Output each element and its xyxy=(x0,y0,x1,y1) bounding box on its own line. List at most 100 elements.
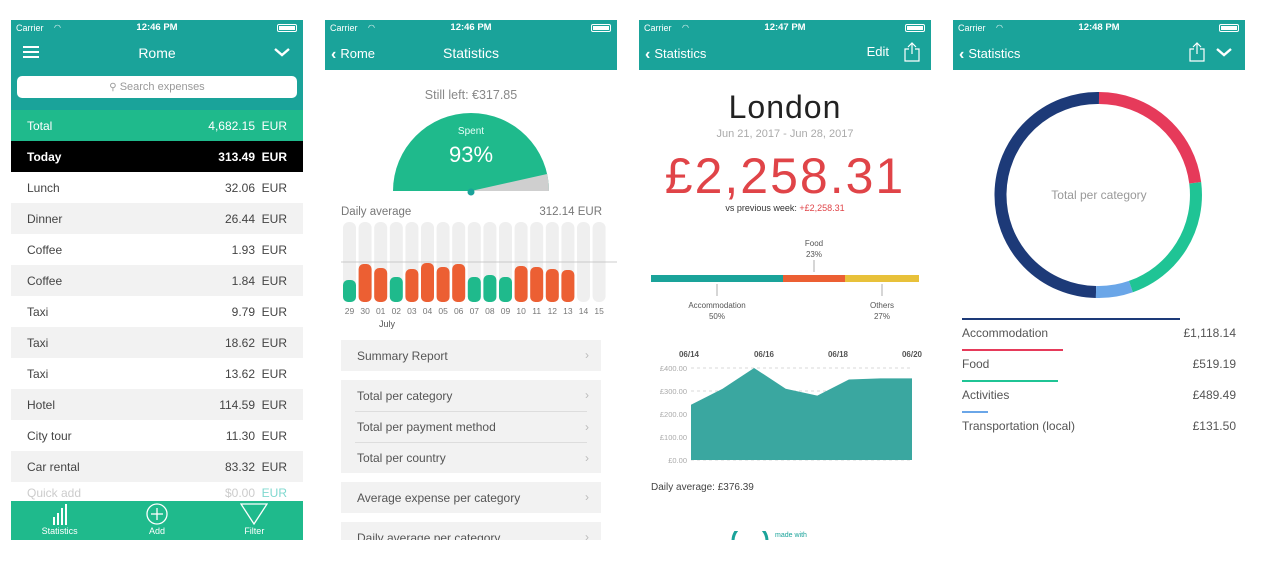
category-row[interactable]: Transportation (local) £131.50 xyxy=(962,411,1236,442)
day-bar[interactable] xyxy=(343,280,356,302)
expense-currency: EUR xyxy=(261,428,287,443)
date-range: Jun 21, 2017 - Jun 28, 2017 xyxy=(716,128,854,140)
y-tick-label: £0.00 xyxy=(668,456,687,465)
city-title: London xyxy=(728,89,842,125)
category-row[interactable]: Food £519.19 xyxy=(962,349,1236,380)
expense-row[interactable]: Taxi 9.79 EUR xyxy=(11,296,303,327)
others-label: Others xyxy=(870,301,894,310)
tab-filter[interactable]: Filter xyxy=(206,501,303,540)
day-bar[interactable] xyxy=(514,266,528,302)
day-bar[interactable] xyxy=(452,264,466,302)
food-pct: 23% xyxy=(806,250,822,259)
expense-row[interactable]: Taxi 18.62 EUR xyxy=(11,327,303,358)
expense-value: 32.06 xyxy=(224,180,255,195)
total-per-payment-label: Total per payment method xyxy=(357,420,496,434)
total-row[interactable]: Total 4,682.15 EUR xyxy=(11,110,303,141)
day-bar[interactable] xyxy=(389,277,403,302)
accommodation-label: Accommodation xyxy=(688,301,745,310)
daily-bar-chart: 29 30 01 02 03 04 05 06 07 08 09 10 11 12 13 14 15 July xyxy=(341,222,617,329)
expense-row[interactable]: Coffee 1.84 EUR xyxy=(11,265,303,296)
day-label: 10 xyxy=(516,306,526,316)
y-tick-label: £300.00 xyxy=(660,387,687,396)
donut-slice[interactable] xyxy=(1098,92,1202,184)
expense-row[interactable]: Hotel 114.59 EUR xyxy=(11,389,303,420)
day-bar[interactable] xyxy=(467,277,481,302)
category-name: Food xyxy=(962,357,990,371)
day-bar[interactable] xyxy=(499,277,512,302)
average-per-category-label: Average expense per category xyxy=(357,490,521,505)
daily-average-per-category-label: Daily average per category xyxy=(357,530,501,541)
filter-funnel-icon xyxy=(240,503,269,525)
gauge-label: Spent xyxy=(458,126,484,137)
share-icon[interactable] xyxy=(1189,42,1205,62)
expense-currency: EUR xyxy=(261,242,287,257)
day-bar[interactable] xyxy=(561,270,575,302)
back-button[interactable]: ‹ Statistics xyxy=(645,45,706,63)
back-button[interactable]: ‹ Statistics xyxy=(959,45,1020,63)
status-time: 12:46 PM xyxy=(450,22,492,33)
day-bar[interactable] xyxy=(530,267,544,302)
total-per-payment-item[interactable]: Total per payment method › xyxy=(355,411,589,442)
expense-row[interactable]: Taxi 13.62 EUR xyxy=(11,358,303,389)
expense-label: Taxi xyxy=(27,304,49,319)
nav-bar: ‹ Statistics xyxy=(953,36,1245,70)
food-label: Food xyxy=(805,239,823,248)
made-with-text: made with xyxy=(775,532,807,539)
tab-add[interactable]: Add xyxy=(108,501,205,540)
donut-slice[interactable] xyxy=(1095,280,1133,299)
share-icon[interactable] xyxy=(904,42,920,62)
expense-row[interactable]: Dinner 26.44 EUR xyxy=(11,203,303,234)
summary-report-item[interactable]: Summary Report › xyxy=(341,340,601,371)
category-amount: £519.19 xyxy=(1192,357,1236,371)
daily-average-header: Daily average 312.14 EUR xyxy=(341,206,617,218)
tab-statistics[interactable]: Statistics xyxy=(11,501,108,540)
day-bar[interactable] xyxy=(436,267,450,302)
expense-currency: EUR xyxy=(261,211,287,226)
day-label: 12 xyxy=(548,306,558,316)
expense-label: Dinner xyxy=(27,211,63,226)
day-bar[interactable] xyxy=(545,269,559,302)
day-bar[interactable] xyxy=(374,268,388,302)
day-label: 06 xyxy=(454,306,464,316)
expense-label: City tour xyxy=(27,428,72,443)
day-label: 11 xyxy=(532,306,541,316)
edit-button[interactable]: Edit xyxy=(867,44,889,59)
search-input[interactable]: ⚲ Search expenses xyxy=(17,76,297,98)
chevron-down-icon[interactable] xyxy=(273,46,291,58)
total-per-category-item[interactable]: Total per category › xyxy=(341,380,601,411)
day-label: 03 xyxy=(407,306,417,316)
expense-currency: EUR xyxy=(261,366,287,381)
category-name: Transportation (local) xyxy=(962,419,1075,433)
expense-row[interactable]: Car rental 83.32 EUR xyxy=(11,451,303,482)
expense-currency: EUR xyxy=(261,335,287,350)
day-bar[interactable] xyxy=(358,264,372,302)
y-tick-label: £200.00 xyxy=(660,410,687,419)
y-tick-label: £100.00 xyxy=(660,433,687,442)
gauge-percent: 93% xyxy=(449,142,493,167)
chevron-right-icon: › xyxy=(585,490,589,504)
tab-statistics-label: Statistics xyxy=(41,526,78,536)
expense-row[interactable]: Coffee 1.93 EUR xyxy=(11,234,303,265)
average-per-category-item[interactable]: Average expense per category › xyxy=(341,482,601,513)
tab-filter-label: Filter xyxy=(244,526,265,536)
vs-previous-label: vs previous week: xyxy=(725,203,797,213)
expense-value: 1.93 xyxy=(231,242,255,257)
expense-row[interactable]: Lunch 32.06 EUR xyxy=(11,172,303,203)
day-bar[interactable] xyxy=(421,263,434,302)
day-bar[interactable] xyxy=(483,275,497,302)
category-row[interactable]: Activities £489.49 xyxy=(962,380,1236,411)
daily-average-per-category-item[interactable]: Daily average per category › xyxy=(341,522,601,540)
total-per-country-label: Total per country xyxy=(357,451,446,465)
total-per-country-item[interactable]: Total per country › xyxy=(355,442,589,473)
status-time: 12:47 PM xyxy=(764,22,806,33)
today-row[interactable]: Today 313.49 EUR xyxy=(11,141,303,172)
total-label: Total xyxy=(27,118,53,133)
area-daily-average: Daily average: £376.39 xyxy=(651,482,754,493)
chevron-down-icon[interactable] xyxy=(1215,46,1233,58)
expense-value: 1.84 xyxy=(231,273,255,288)
expense-label: Lunch xyxy=(27,180,60,195)
category-row[interactable]: Accommodation £1,118.14 xyxy=(962,318,1236,349)
day-bar[interactable] xyxy=(405,269,419,302)
total-currency: EUR xyxy=(261,118,287,133)
expense-row[interactable]: City tour 11.30 EUR xyxy=(11,420,303,451)
